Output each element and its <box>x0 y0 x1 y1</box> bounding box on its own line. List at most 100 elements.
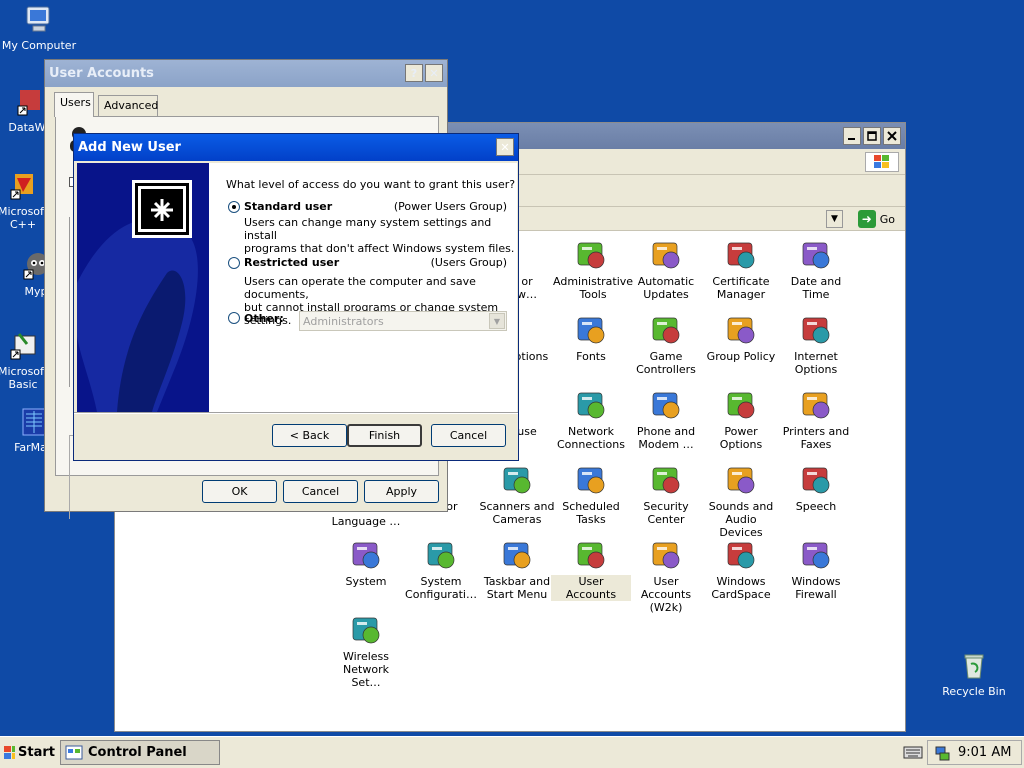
system-icon <box>349 538 383 572</box>
minimize-button[interactable] <box>843 127 861 145</box>
cp-item-internet-options[interactable]: Internet Options <box>776 313 856 376</box>
wizard-banner-image <box>77 163 209 412</box>
cp-item-power[interactable]: Power Options <box>701 388 781 451</box>
cp-item-speech[interactable]: Speech <box>776 463 856 513</box>
gamepad-icon <box>649 313 683 347</box>
cp-item-admin-tools[interactable]: Administrative Tools <box>551 238 633 301</box>
finish-button[interactable]: Finish <box>347 424 422 447</box>
tab-label: Advanced <box>104 99 159 112</box>
printer-icon <box>799 388 833 422</box>
clock-icon <box>799 238 833 272</box>
cp-item-system[interactable]: System <box>326 538 406 588</box>
desktop-icon-recycle-bin[interactable]: Recycle Bin <box>934 650 1014 698</box>
cp-item-user-accounts[interactable]: User Accounts <box>551 538 631 601</box>
cp-item-taskbar[interactable]: Taskbar and Start Menu <box>477 538 557 601</box>
start-label: Start <box>18 745 55 760</box>
cp-item-certificate[interactable]: Certificate Manager <box>701 238 781 301</box>
radio-restricted-user[interactable] <box>228 257 240 269</box>
cp-item-label: System Configurati… <box>405 575 477 601</box>
cp-item-gamepad[interactable]: Game Controllers <box>626 313 706 376</box>
radio-other[interactable] <box>228 312 240 324</box>
taskbar-button-control-panel[interactable]: Control Panel <box>60 740 220 765</box>
cp-item-wireless[interactable]: Wireless Network Set… <box>326 613 406 689</box>
tab-label: Users <box>60 96 91 109</box>
cp-item-label: Windows CardSpace <box>711 575 771 601</box>
option-restricted-user-group: (Users Group) <box>430 256 507 269</box>
taskbar-icon <box>500 538 534 572</box>
cp-item-windows-update[interactable]: Automatic Updates <box>626 238 706 301</box>
cancel-button[interactable]: Cancel <box>431 424 506 447</box>
computer-icon <box>23 4 55 36</box>
speech-icon <box>799 463 833 497</box>
address-dropdown-button[interactable]: ▼ <box>826 210 843 228</box>
cp-item-label: Date and Time <box>790 275 842 301</box>
finish-label: Finish <box>368 429 401 442</box>
help-button[interactable]: ? <box>405 64 423 82</box>
cp-item-scheduled-tasks[interactable]: Scheduled Tasks <box>551 463 631 526</box>
desktop-icon-my-computer[interactable]: My Computer <box>0 4 79 52</box>
ok-button[interactable]: OK <box>202 480 277 503</box>
cp-item-group-policy[interactable]: Group Policy <box>701 313 781 363</box>
admin-tools-icon <box>574 238 608 272</box>
taskbar-button-label: Control Panel <box>88 745 187 760</box>
clock[interactable]: 9:01 AM <box>958 745 1011 760</box>
cp-item-fonts-folder[interactable]: Fonts <box>551 313 631 363</box>
other-group-value: Administrators <box>303 315 384 328</box>
access-question: What level of access do you want to gran… <box>226 178 516 191</box>
option-restricted-user-title: Restricted user <box>244 256 340 269</box>
apply-button[interactable]: Apply <box>364 480 439 503</box>
tab-advanced[interactable]: Advanced <box>98 95 158 116</box>
cp-item-scanner[interactable]: Scanners and Cameras <box>477 463 557 526</box>
cp-item-user-accounts-w2k[interactable]: User Accounts (W2k) <box>626 538 706 614</box>
close-button[interactable]: ✕ <box>496 138 514 156</box>
cancel-label: Cancel <box>449 429 488 442</box>
internet-options-icon <box>799 313 833 347</box>
radio-standard-user[interactable] <box>228 201 240 213</box>
chevron-down-icon: ▼ <box>489 313 505 329</box>
close-button[interactable]: ✕ <box>425 64 443 82</box>
apply-label: Apply <box>385 485 418 498</box>
scheduled-tasks-icon <box>574 463 608 497</box>
phone-modem-icon <box>649 388 683 422</box>
maximize-button[interactable] <box>863 127 881 145</box>
cp-item-network[interactable]: Network Connections <box>551 388 631 451</box>
speaker-icon <box>724 463 758 497</box>
cp-item-firewall[interactable]: Windows Firewall <box>776 538 856 601</box>
cp-item-label: Wireless Network Set… <box>342 650 390 689</box>
add-new-user-dialog: Add New User ✕ What level of access do y… <box>73 133 519 461</box>
cp-item-label: Automatic Updates <box>637 275 695 301</box>
network-icon <box>574 388 608 422</box>
tab-users[interactable]: Users <box>54 92 94 117</box>
back-button[interactable]: < Back <box>272 424 347 447</box>
cp-item-phone-modem[interactable]: Phone and Modem … <box>626 388 706 451</box>
user-accounts-w2k-icon <box>649 538 683 572</box>
other-group-select: Administrators ▼ <box>299 311 507 331</box>
cancel-button[interactable]: Cancel <box>283 480 358 503</box>
wireless-icon <box>349 613 383 647</box>
add-new-user-title-bar[interactable]: Add New User ✕ <box>74 134 518 161</box>
close-button[interactable] <box>883 127 901 145</box>
option-standard-user-description: Users can change many system settings an… <box>244 216 517 255</box>
cpp-icon <box>7 170 39 202</box>
scanner-icon <box>500 463 534 497</box>
cp-item-label: Certificate Manager <box>712 275 770 301</box>
go-button[interactable]: ➜ Go <box>857 210 895 228</box>
cp-item-security-shield[interactable]: Security Center <box>626 463 706 526</box>
network-tray-icon[interactable] <box>934 745 950 761</box>
description-line: programs that don't affect Windows syste… <box>244 242 515 255</box>
start-button[interactable]: Start <box>1 740 55 765</box>
cp-item-system-config[interactable]: System Configurati… <box>401 538 481 601</box>
cp-item-label: Game Controllers <box>636 350 696 376</box>
basic-icon <box>7 330 39 362</box>
group-policy-icon <box>724 313 758 347</box>
divider <box>74 412 518 414</box>
description-line: Users can operate the computer and save … <box>244 275 476 301</box>
cp-item-clock[interactable]: Date and Time <box>776 238 856 301</box>
user-accounts-title-bar[interactable]: User Accounts ? ✕ <box>45 60 447 87</box>
keyboard-icon[interactable] <box>903 745 923 759</box>
cp-item-cardspace[interactable]: Windows CardSpace <box>701 538 781 601</box>
option-standard-user-title: Standard user <box>244 200 333 213</box>
cp-item-printer[interactable]: Printers and Faxes <box>776 388 856 451</box>
option-standard-user-group: (Power Users Group) <box>393 200 507 213</box>
cp-item-speaker[interactable]: Sounds and Audio Devices <box>701 463 781 539</box>
